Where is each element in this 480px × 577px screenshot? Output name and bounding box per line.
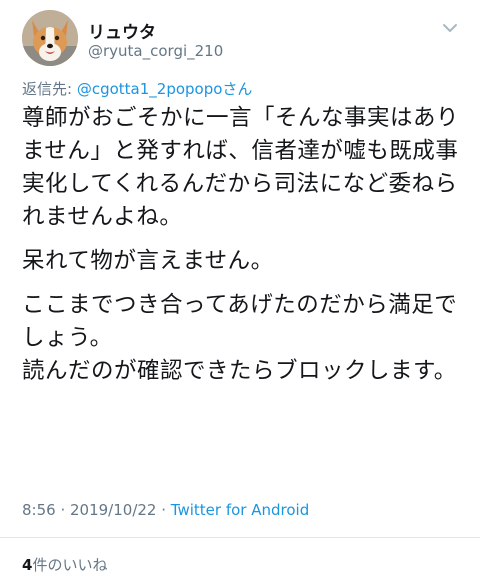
tweet-time: 8:56 bbox=[22, 501, 56, 519]
tweet-paragraph: ここまでつき合ってあげたのだから満足でしょう。 読んだのが確認できたらブロックし… bbox=[22, 289, 467, 388]
tweet-line: 読んだのが確認できたらブロックします。 bbox=[22, 358, 457, 384]
likes-label: 件のいいね bbox=[32, 556, 108, 574]
tweet-paragraph: 呆れて物が言えません。 bbox=[22, 248, 274, 274]
chevron-down-icon[interactable] bbox=[438, 16, 462, 40]
tweet-source-link[interactable]: Twitter for Android bbox=[171, 501, 309, 519]
tweet-paragraph: 尊師がおごそかに一言「そんな事実はありません」と発すれば、信者達が嘘も既成事実化… bbox=[22, 105, 460, 230]
likes-number: 4 bbox=[22, 556, 33, 574]
reply-prefix: 返信先: bbox=[22, 80, 77, 98]
avatar[interactable] bbox=[22, 10, 78, 66]
tweet-text: 尊師がおごそかに一言「そんな事実はありません」と発すれば、信者達が嘘も既成事実化… bbox=[22, 102, 467, 399]
tweet-date: 2019/10/22 bbox=[70, 501, 157, 519]
tweet-header: リュウタ @ryuta_corgi_210 bbox=[22, 10, 462, 70]
user-handle[interactable]: @ryuta_corgi_210 bbox=[88, 42, 223, 60]
reply-context: 返信先: @cgotta1_2popopoさん bbox=[22, 78, 252, 99]
reply-suffix: さん bbox=[222, 80, 253, 98]
likes-count[interactable]: 4件のいいね bbox=[22, 554, 107, 575]
corgi-avatar-icon bbox=[22, 10, 78, 66]
meta-separator: · bbox=[156, 501, 171, 519]
tweet-line: ここまでつき合ってあげたのだから満足でしょう。 bbox=[22, 292, 458, 351]
reply-to-user-link[interactable]: @cgotta1_2popopo bbox=[77, 80, 223, 98]
meta-separator: · bbox=[55, 501, 70, 519]
divider bbox=[0, 537, 480, 538]
display-name[interactable]: リュウタ bbox=[88, 18, 156, 43]
tweet-meta: 8:56 · 2019/10/22 · Twitter for Android bbox=[22, 501, 309, 519]
